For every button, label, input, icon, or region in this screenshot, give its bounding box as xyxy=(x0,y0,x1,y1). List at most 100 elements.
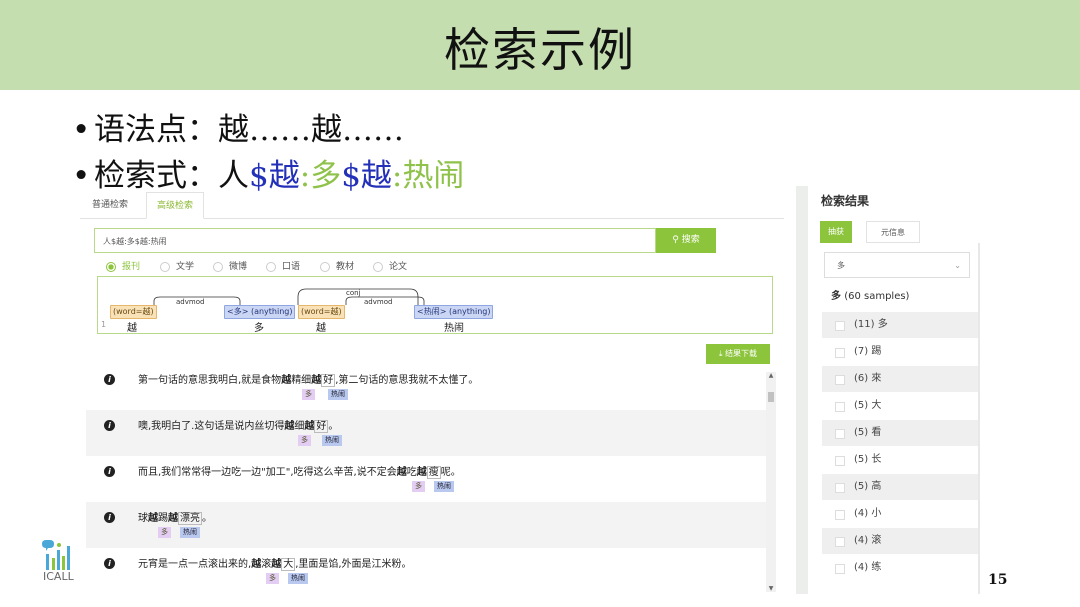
dependency-parse-view: advmod conj advmod (word=越) <多> (anythin… xyxy=(97,276,773,334)
tab-advanced-search[interactable]: 高级检索 xyxy=(146,192,205,219)
page-number: 15 xyxy=(988,572,1008,588)
chevron-down-icon: ⌄ xyxy=(954,261,961,270)
arc-label: conj xyxy=(346,289,361,297)
facet-item[interactable]: (5) 高 xyxy=(822,474,978,500)
download-icon: ⤓ xyxy=(718,349,723,358)
arc-label: advmod xyxy=(364,298,392,306)
info-icon[interactable]: i xyxy=(104,420,115,431)
result-sentence: 球越踢越 漂亮。 xyxy=(138,512,212,525)
radio-weibo[interactable]: 微博 xyxy=(213,259,247,272)
info-icon[interactable]: i xyxy=(104,512,115,523)
info-icon[interactable]: i xyxy=(104,466,115,477)
radio-label: 教材 xyxy=(336,262,355,272)
bullet-query: • 检索式：人$越:多$越:热闹 xyxy=(72,150,464,195)
bullet-dot: • xyxy=(72,158,91,194)
panel-divider xyxy=(796,186,808,594)
facet-item[interactable]: (4) 小 xyxy=(822,501,978,527)
radio-spoken[interactable]: 口语 xyxy=(266,259,300,272)
facet-item[interactable]: (4) 滚 xyxy=(822,528,978,554)
info-icon[interactable]: i xyxy=(104,558,115,569)
bullet1-label: 语法点： xyxy=(94,112,218,148)
result-row[interactable]: i 第一句话的意思我明白,就是食物越精细越好 ,第二句话的意思我就不太懂了。 多 … xyxy=(86,364,766,410)
tag-duo: 多 xyxy=(412,481,425,492)
logo-text: ICALL xyxy=(43,570,74,583)
tag-duo: 多 xyxy=(298,435,311,446)
query-part: : xyxy=(391,158,403,194)
radio-textbook[interactable]: 教材 xyxy=(320,259,354,272)
facet-item[interactable]: (5) 大 xyxy=(822,393,978,419)
parse-node[interactable]: <热闹> (anything) xyxy=(414,305,494,319)
checkbox[interactable] xyxy=(835,402,845,412)
tag-renao: 热闹 xyxy=(288,573,308,584)
search-icon: ⚲ xyxy=(672,235,679,245)
bullet2-label: 检索式： xyxy=(94,158,218,194)
result-sentence: 而且,我们常常得一边吃一边"加工",吃得这么辛苦,说不定会越吃越瘦呢。 xyxy=(138,466,461,479)
tag-renao: 热闹 xyxy=(322,435,342,446)
query-part: 多 xyxy=(310,158,342,194)
result-row[interactable]: i 元宵是一点一点滚出来的,越滚越大 ,里面是馅,外面是江米粉。 多 热闹 xyxy=(86,548,766,592)
checkbox[interactable] xyxy=(835,348,845,358)
radio-icon xyxy=(373,261,383,272)
parse-node[interactable]: (word=越) xyxy=(298,305,345,319)
result-sentence: 噢,我明白了.这句话是说内丝切得越细越好。 xyxy=(138,420,339,433)
results-list: i 第一句话的意思我明白,就是食物越精细越好 ,第二句话的意思我就不太懂了。 多 … xyxy=(86,364,766,592)
checkbox[interactable] xyxy=(835,510,845,520)
tag-renao: 热闹 xyxy=(434,481,454,492)
radio-icon xyxy=(106,261,116,272)
tab-extract[interactable]: 抽获 xyxy=(820,221,852,243)
tab-normal-search[interactable]: 普通检索 xyxy=(82,192,138,218)
checkbox[interactable] xyxy=(835,564,845,574)
scrollbar-thumb[interactable] xyxy=(768,392,774,402)
facet-item[interactable]: (5) 长 xyxy=(822,447,978,473)
checkbox[interactable] xyxy=(835,456,845,466)
parse-token: 越 xyxy=(316,323,326,334)
results-title: 检索结果 xyxy=(821,194,870,208)
results-scrollbar[interactable]: ▲ ▼ xyxy=(766,372,776,592)
facet-item[interactable]: (6) 來 xyxy=(822,366,978,392)
search-tabs: 普通检索 高级检索 xyxy=(80,192,784,219)
bullet-grammar-point: • 语法点：越……越…… xyxy=(72,104,404,149)
parse-token: 热闹 xyxy=(444,323,464,334)
facet-item[interactable]: (11) 多 xyxy=(822,312,978,338)
radio-label: 文学 xyxy=(176,262,195,272)
scroll-down-icon[interactable]: ▼ xyxy=(766,585,776,592)
query-part: 热闹 xyxy=(402,158,465,194)
checkbox[interactable] xyxy=(835,321,845,331)
facet-item[interactable]: (7) 踢 xyxy=(822,339,978,365)
result-row[interactable]: i 噢,我明白了.这句话是说内丝切得越细越好。 多 热闹 xyxy=(86,410,766,456)
radio-literature[interactable]: 文学 xyxy=(160,259,194,272)
parse-node[interactable]: (word=越) xyxy=(110,305,157,319)
radio-label: 口语 xyxy=(282,262,301,272)
result-row[interactable]: i 球越踢越 漂亮。 多 热闹 xyxy=(86,502,766,548)
facet-item[interactable]: (4) 练 xyxy=(822,555,978,581)
parse-token: 多 xyxy=(254,323,264,334)
radio-newspaper[interactable]: 报刊 xyxy=(106,259,140,272)
tag-duo: 多 xyxy=(302,389,315,400)
search-input[interactable]: 人$越:多$越:热闹 xyxy=(94,228,656,253)
facet-item[interactable]: (5) 看 xyxy=(822,420,978,446)
tag-renao: 热闹 xyxy=(328,389,348,400)
slot-select[interactable]: 多 ⌄ xyxy=(824,252,970,278)
download-button-label: 结果下载 xyxy=(725,349,758,358)
checkbox[interactable] xyxy=(835,429,845,439)
parse-node[interactable]: <多> (anything) xyxy=(224,305,296,319)
scroll-up-icon[interactable]: ▲ xyxy=(766,372,776,379)
tab-metadata[interactable]: 元信息 xyxy=(866,221,920,243)
search-button-label: 搜索 xyxy=(681,235,700,245)
checkbox[interactable] xyxy=(835,483,845,493)
results-sidebar: 检索结果 抽获 元信息 多 ⌄ 多 (60 samples) (11) 多 (7)… xyxy=(808,186,980,594)
bullet1-value: 越……越…… xyxy=(218,112,404,148)
info-icon[interactable]: i xyxy=(104,374,115,385)
download-results-button[interactable]: ⤓ 结果下载 xyxy=(706,344,770,364)
slide-title: 检索示例 xyxy=(444,23,636,77)
select-value: 多 xyxy=(837,261,845,270)
query-part: $越 xyxy=(249,158,300,194)
checkbox[interactable] xyxy=(835,375,845,385)
result-row[interactable]: i 而且,我们常常得一边吃一边"加工",吃得这么辛苦,说不定会越吃越瘦呢。 多 … xyxy=(86,456,766,502)
radio-paper[interactable]: 论文 xyxy=(373,259,407,272)
radio-label: 报刊 xyxy=(122,262,141,272)
search-button[interactable]: ⚲ 搜索 xyxy=(656,228,716,253)
checkbox[interactable] xyxy=(835,537,845,547)
sidebar-scrollbar[interactable] xyxy=(978,243,980,594)
result-sentence: 元宵是一点一点滚出来的,越滚越大 ,里面是馅,外面是江米粉。 xyxy=(138,558,412,571)
